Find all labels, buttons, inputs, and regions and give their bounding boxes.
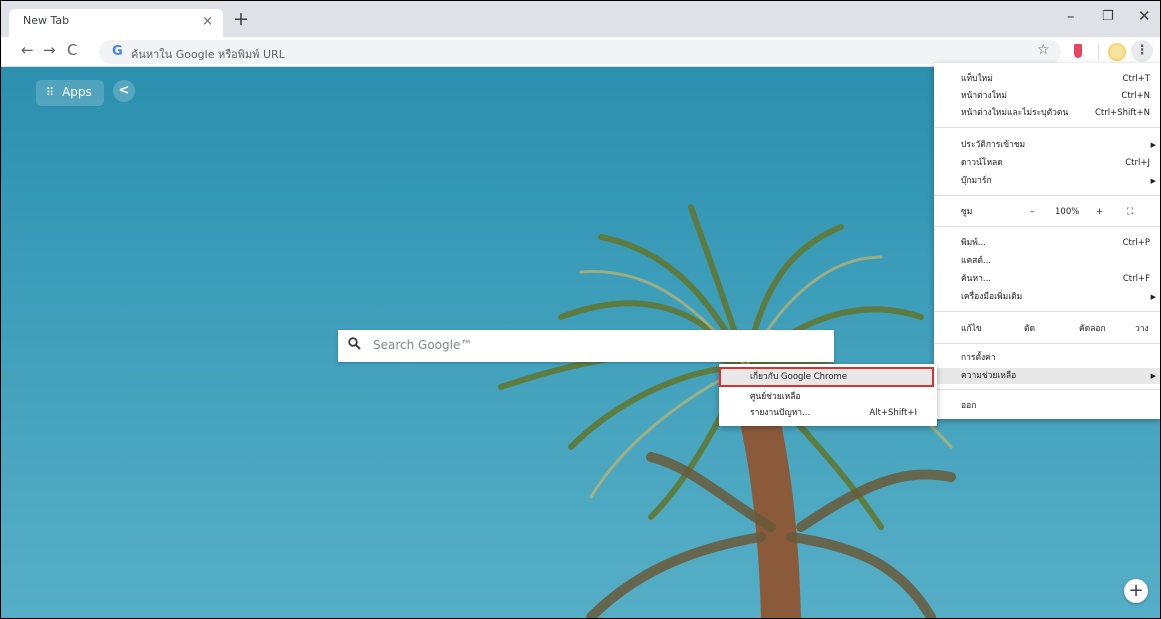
- menu-item-label: แท็บใหม่: [961, 74, 993, 84]
- submenu-arrow-icon: ▶: [1150, 372, 1156, 380]
- profile-avatar[interactable]: [1108, 43, 1126, 61]
- menu-item-label: บุ๊กมาร์ก: [961, 176, 992, 186]
- menu-divider: [934, 226, 1160, 227]
- zoom-out-button[interactable]: –: [1030, 204, 1034, 220]
- search-icon: [348, 337, 361, 354]
- tab-title: New Tab: [23, 14, 70, 27]
- menu-shortcut: Ctrl+N: [1121, 91, 1150, 101]
- share-icon[interactable]: <: [113, 80, 135, 102]
- submenu-item-help-center[interactable]: ศูนย์ช่วยเหลือ: [719, 389, 937, 405]
- menu-item-label: หน้าต่างใหม่: [961, 91, 1007, 101]
- menu-divider: [934, 311, 1160, 312]
- menu-item-label: ดาวน์โหลด: [961, 158, 1003, 168]
- add-shortcut-button[interactable]: +: [1124, 579, 1148, 603]
- menu-divider: [934, 343, 1160, 344]
- menu-item-new-tab[interactable]: แท็บใหม่ Ctrl+T: [934, 71, 1160, 87]
- google-icon: G: [112, 44, 123, 59]
- menu-item-find[interactable]: ค้นหา... Ctrl+F: [934, 271, 1160, 287]
- apps-grid-icon: ⠿: [46, 86, 55, 99]
- search-placeholder: Search Google™: [373, 338, 473, 352]
- chrome-menu-button[interactable]: ⋮: [1131, 40, 1153, 62]
- menu-divider: [934, 127, 1160, 128]
- menu-item-settings[interactable]: การตั้งค่า: [934, 350, 1160, 366]
- menu-item-incognito[interactable]: หน้าต่างใหม่และไม่ระบุตัวตน Ctrl+Shift+N: [934, 105, 1160, 121]
- menu-item-label: ความช่วยเหลือ: [961, 371, 1017, 381]
- help-submenu: เกี่ยวกับ Google Chrome ศูนย์ช่วยเหลือ ร…: [719, 364, 937, 426]
- menu-item-label: ซูม: [961, 207, 973, 217]
- zoom-level: 100%: [1055, 207, 1080, 217]
- menu-divider: [934, 195, 1160, 196]
- menu-shortcut: Ctrl+T: [1122, 74, 1150, 84]
- submenu-item-report-issue[interactable]: รายงานปัญหา... Alt+Shift+I: [719, 405, 937, 421]
- menu-item-label: ออก: [961, 401, 977, 411]
- menu-item-label: รายงานปัญหา...: [750, 408, 811, 418]
- menu-item-label: ศูนย์ช่วยเหลือ: [750, 392, 801, 402]
- chrome-menu: แท็บใหม่ Ctrl+T หน้าต่างใหม่ Ctrl+N หน้า…: [934, 63, 1160, 419]
- menu-item-label: การตั้งค่า: [961, 353, 996, 363]
- menu-divider: [934, 389, 1160, 390]
- reload-button[interactable]: C: [67, 41, 77, 59]
- bookmark-star-icon[interactable]: ☆: [1037, 42, 1050, 58]
- maximize-button[interactable]: ❐: [1102, 9, 1114, 24]
- omnibox[interactable]: G ค้นหาใน Google หรือพิมพ์ URL: [99, 40, 1061, 64]
- minimize-button[interactable]: –: [1067, 7, 1075, 25]
- forward-button[interactable]: →: [43, 41, 56, 59]
- menu-shortcut: Ctrl+Shift+N: [1094, 108, 1150, 118]
- paste-button[interactable]: วาง: [1135, 321, 1149, 337]
- copy-button[interactable]: คัดลอก: [1079, 321, 1106, 337]
- apps-label: Apps: [62, 85, 92, 99]
- menu-item-new-window[interactable]: หน้าต่างใหม่ Ctrl+N: [934, 88, 1160, 104]
- zoom-in-button[interactable]: +: [1096, 204, 1103, 220]
- menu-item-print[interactable]: พิมพ์... Ctrl+P: [934, 235, 1160, 251]
- menu-shortcut: Ctrl+F: [1122, 274, 1150, 284]
- menu-item-label: หน้าต่างใหม่และไม่ระบุตัวตน: [961, 108, 1069, 118]
- submenu-arrow-icon: ▶: [1150, 293, 1156, 301]
- menu-item-history[interactable]: ประวัติการเข้าชม ▶: [934, 137, 1160, 153]
- menu-shortcut: Ctrl+P: [1122, 238, 1150, 248]
- browser-window: New Tab × + – ❐ ✕ ← → C G ค้นหาใน Google…: [0, 0, 1161, 619]
- menu-item-zoom: ซูม – 100% + ⛶: [934, 204, 1160, 220]
- menu-item-bookmarks[interactable]: บุ๊กมาร์ก ▶: [934, 173, 1160, 189]
- menu-item-label: แก้ไข: [961, 324, 982, 334]
- search-box[interactable]: Search Google™: [338, 330, 834, 362]
- menu-item-label: พิมพ์...: [961, 238, 986, 248]
- menu-item-label: แคสต์...: [961, 256, 991, 266]
- tab-new-tab[interactable]: New Tab ×: [9, 9, 223, 37]
- toolbar-divider: [1098, 44, 1099, 60]
- close-window-button[interactable]: ✕: [1138, 7, 1151, 25]
- back-button[interactable]: ←: [21, 41, 34, 59]
- submenu-arrow-icon: ▶: [1150, 141, 1156, 149]
- menu-item-more-tools[interactable]: เครื่องมือเพิ่มเติม ▶: [934, 289, 1160, 305]
- menu-item-cast[interactable]: แคสต์...: [934, 253, 1160, 269]
- extension-icon[interactable]: [1074, 44, 1082, 58]
- menu-item-downloads[interactable]: ดาวน์โหลด Ctrl+J: [934, 155, 1160, 171]
- menu-item-label: เกี่ยวกับ Google Chrome: [750, 372, 848, 382]
- cut-button[interactable]: ตัด: [1024, 321, 1035, 337]
- menu-item-exit[interactable]: ออก: [934, 398, 1160, 414]
- new-tab-button[interactable]: +: [233, 8, 249, 30]
- omnibox-placeholder: ค้นหาใน Google หรือพิมพ์ URL: [131, 48, 285, 61]
- apps-button[interactable]: ⠿ Apps: [36, 80, 104, 106]
- tab-strip: New Tab × + – ❐ ✕: [1, 1, 1160, 37]
- submenu-item-about-chrome[interactable]: เกี่ยวกับ Google Chrome: [719, 367, 934, 387]
- menu-item-edit: แก้ไข ตัด คัดลอก วาง: [934, 321, 1160, 337]
- menu-shortcut: Ctrl+J: [1125, 158, 1150, 168]
- menu-item-label: ค้นหา...: [961, 274, 991, 284]
- menu-item-label: เครื่องมือเพิ่มเติม: [961, 292, 1023, 302]
- menu-item-label: ประวัติการเข้าชม: [961, 140, 1026, 150]
- fullscreen-icon[interactable]: ⛶: [1127, 204, 1133, 220]
- close-tab-icon[interactable]: ×: [202, 14, 213, 29]
- menu-shortcut: Alt+Shift+I: [869, 408, 917, 418]
- menu-item-help[interactable]: ความช่วยเหลือ ▶: [934, 368, 1160, 384]
- submenu-arrow-icon: ▶: [1150, 177, 1156, 185]
